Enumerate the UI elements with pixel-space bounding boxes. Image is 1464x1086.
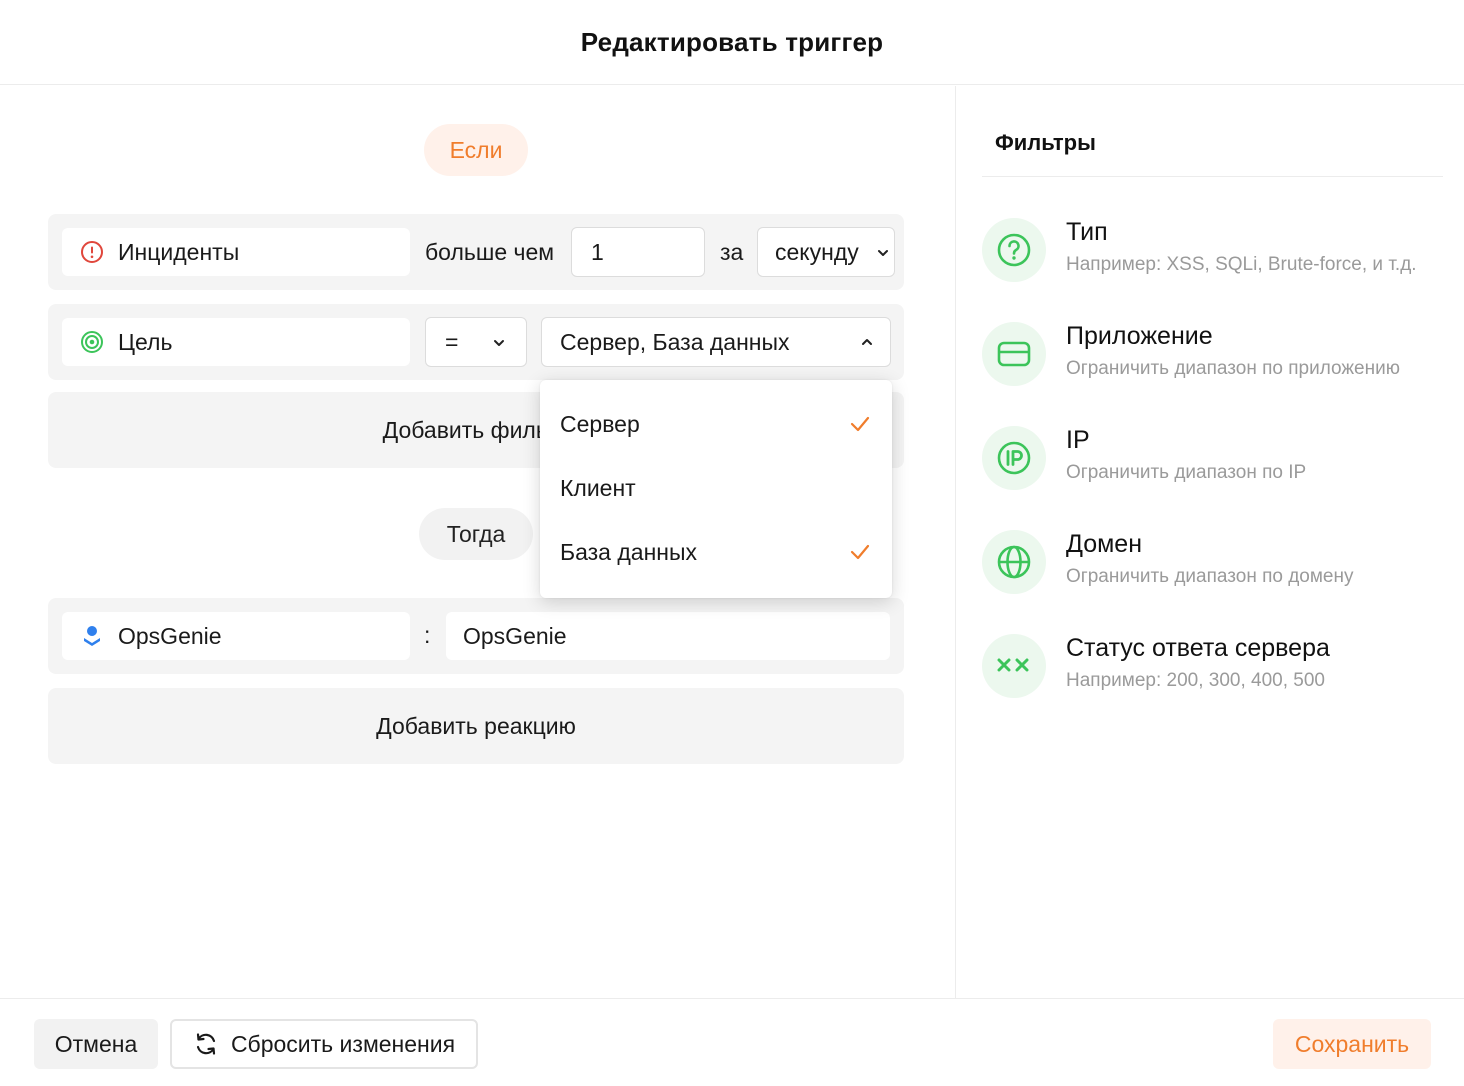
dialog-header: Редактировать триггер [0,0,1464,85]
chevron-down-icon [494,340,504,346]
filter-item-ip[interactable]: IP Ограничить диапазон по IP [982,426,1452,496]
count-input[interactable]: 1 [571,227,705,277]
reaction-row: OpsGenie : OpsGenie [48,598,904,674]
card-icon [982,322,1046,386]
filter-title: Домен [1066,530,1143,558]
count-value: 1 [591,238,604,265]
dialog-footer: Отмена Сбросить изменения Сохранить [0,998,1464,1086]
reset-label: Сбросить изменения [230,1030,456,1057]
option-label: Клиент [560,474,636,501]
reaction-separator: : [424,622,431,648]
filter-desc: Ограничить диапазон по домену [1066,566,1354,587]
target-value: Сервер, База данных [560,328,790,355]
dialog-title: Редактировать триггер [580,26,884,57]
cancel-button[interactable]: Отмена [34,1019,158,1069]
target-value-select[interactable]: Сервер, База данных [541,317,891,367]
refresh-icon [193,1031,219,1057]
filter-item-type[interactable]: Тип Например: XSS, SQLi, Brute-force, и … [982,218,1452,288]
alert-circle-icon [80,240,104,264]
filter-item-application[interactable]: Приложение Ограничить диапазон по прилож… [982,322,1452,392]
add-reaction-button[interactable]: Добавить реакцию [48,688,904,764]
filter-title: Тип [1066,218,1108,246]
globe-icon [982,530,1046,594]
filter-desc: Ограничить диапазон по приложению [1066,358,1400,379]
operator-value: = [445,328,459,355]
period-value: секунду [775,238,859,265]
target-label: Цель [118,328,173,355]
option-label: Сервер [560,410,640,437]
chevron-up-icon [862,339,872,345]
condition-row-incidents: Инциденты больше чем 1 за секунду [48,214,904,290]
xx-icon [982,634,1046,698]
check-icon [850,416,870,432]
event-select[interactable]: Инциденты [62,228,410,276]
reset-changes-button[interactable]: Сбросить изменения [170,1019,478,1069]
event-label: Инциденты [118,238,240,265]
filters-panel: Фильтры Тип Например: XSS, SQLi, Brute-f… [955,86,1464,998]
filter-desc: Например: 200, 300, 400, 500 [1066,670,1325,691]
chevron-down-icon [878,250,888,256]
period-select[interactable]: секунду [757,227,895,277]
reaction-value-field[interactable]: OpsGenie [446,612,890,660]
question-icon [982,218,1046,282]
comparator-label: больше чем [425,239,555,265]
then-badge: Тогда [419,508,533,560]
target-dropdown: Сервер Клиент База данных [540,380,892,598]
per-label: за [720,239,744,265]
reaction-value: OpsGenie [463,622,567,649]
target-select[interactable]: Цель [62,318,410,366]
filter-title: Приложение [1066,322,1213,350]
save-button[interactable]: Сохранить [1273,1019,1431,1069]
option-label: База данных [560,538,698,565]
dropdown-option-client[interactable]: Клиент [540,456,892,520]
filter-title: IP [1066,426,1090,454]
filter-item-domain[interactable]: Домен Ограничить диапазон по домену [982,530,1452,600]
target-icon [80,330,104,354]
reaction-select[interactable]: OpsGenie [62,612,410,660]
divider [982,176,1443,177]
ip-icon [982,426,1046,490]
filters-title: Фильтры [995,130,1096,155]
filter-title: Статус ответа сервера [1066,634,1330,662]
dropdown-option-database[interactable]: База данных [540,520,892,584]
opsgenie-icon [80,624,104,648]
filter-desc: Например: XSS, SQLi, Brute-force, и т.д. [1066,254,1417,275]
reaction-name: OpsGenie [118,622,222,649]
dropdown-option-server[interactable]: Сервер [540,392,892,456]
if-badge: Если [424,124,528,176]
condition-row-target: Цель = Сервер, База данных [48,304,904,380]
filter-item-server-status[interactable]: Статус ответа сервера Например: 200, 300… [982,634,1452,704]
operator-select[interactable]: = [425,317,527,367]
check-icon [850,544,870,560]
filter-desc: Ограничить диапазон по IP [1066,462,1307,483]
